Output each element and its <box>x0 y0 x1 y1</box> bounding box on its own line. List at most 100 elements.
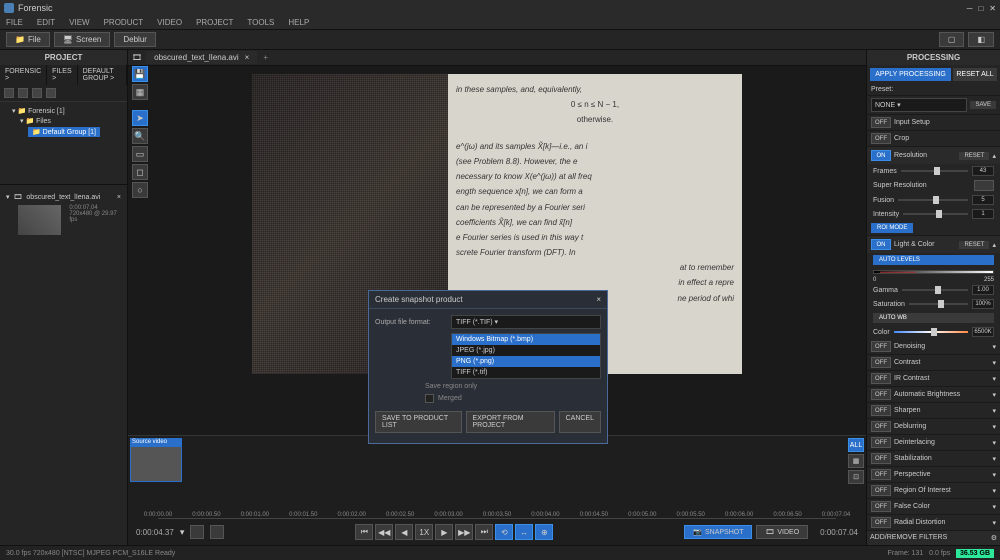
menu-edit[interactable]: EDIT <box>37 18 55 27</box>
vt-grid-icon[interactable]: ▦ <box>132 84 148 100</box>
transport-btn-0[interactable]: ⏮ <box>355 524 373 540</box>
fusion-value[interactable]: 5 <box>972 195 994 205</box>
tab-add[interactable]: + <box>257 51 274 64</box>
tree-files[interactable]: ▾ 📁 Files <box>4 116 123 126</box>
auto-levels-button[interactable]: AUTO LEVELS <box>873 255 994 265</box>
filter-toggle[interactable]: OFF <box>871 421 891 432</box>
minimize-button[interactable]: ─ <box>967 4 973 13</box>
menu-project[interactable]: PROJECT <box>196 18 233 27</box>
preset-dropdown[interactable]: NONE ▾ <box>871 98 967 112</box>
tl-icon-1[interactable]: ▦ <box>848 454 864 468</box>
deblur-button[interactable]: Deblur <box>114 32 156 47</box>
menu-view[interactable]: VIEW <box>69 18 89 27</box>
filter-toggle[interactable]: OFF <box>871 405 891 416</box>
transport-btn-4[interactable]: ▶ <box>435 524 453 540</box>
fusion-slider[interactable] <box>898 199 968 201</box>
add-remove-filters[interactable]: ADD/REMOVE FILTERS <box>870 534 947 542</box>
format-dropdown[interactable]: TIFF (*.TIF) ▾ <box>451 315 601 329</box>
saturation-value[interactable]: 100% <box>972 299 994 309</box>
clip-thumbnail[interactable] <box>18 205 61 235</box>
frames-value[interactable]: 43 <box>972 166 994 176</box>
filter-toggle[interactable]: OFF <box>871 453 891 464</box>
document-tab[interactable]: obscured_text_lIena.avi × <box>146 51 257 64</box>
clip-row[interactable]: ▾ 🎞 obscured_text_lIena.avi × <box>4 191 123 203</box>
intensity-slider[interactable] <box>903 213 968 215</box>
clip-close[interactable]: × <box>117 194 121 201</box>
transport-btn-6[interactable]: ⏭ <box>475 524 493 540</box>
tab-close[interactable]: × <box>245 53 250 62</box>
tab-forensic[interactable]: FORENSIC > <box>0 65 47 85</box>
filter-toggle[interactable]: OFF <box>871 389 891 400</box>
transport-btn-5[interactable]: ▶▶ <box>455 524 473 540</box>
tl-icon-2[interactable]: ⊡ <box>848 470 864 484</box>
export-button[interactable]: EXPORT FROM PROJECT <box>466 411 555 433</box>
tab-files[interactable]: FILES > <box>47 65 77 85</box>
sr-toggle[interactable] <box>974 180 994 191</box>
filter-toggle[interactable]: OFF <box>871 485 891 496</box>
tree-root[interactable]: ▾ 📁 Forensic [1] <box>4 106 123 116</box>
menu-product[interactable]: PRODUCT <box>104 18 144 27</box>
frames-slider[interactable] <box>901 170 968 172</box>
format-opt-tif[interactable]: TIFF (*.tif) <box>452 367 600 378</box>
tree-icon-1[interactable] <box>4 88 14 98</box>
reset-all-button[interactable]: RESET ALL <box>953 68 997 81</box>
resolution-toggle[interactable]: ON <box>871 150 891 161</box>
video-button[interactable]: 🎞 VIDEO <box>756 525 808 539</box>
save-product-button[interactable]: SAVE TO PRODUCT LIST <box>375 411 462 433</box>
tree-icon-2[interactable] <box>18 88 28 98</box>
intensity-value[interactable]: 1 <box>972 209 994 219</box>
cancel-button[interactable]: CANCEL <box>559 411 601 433</box>
saturation-slider[interactable] <box>909 303 968 305</box>
snapshot-button[interactable]: 📷 SNAPSHOT <box>684 525 752 539</box>
source-thumbnail[interactable] <box>130 446 182 482</box>
gamma-value[interactable]: 1.00 <box>972 285 994 295</box>
preset-save-button[interactable]: SAVE <box>970 101 996 109</box>
layout-button-2[interactable]: ◧ <box>968 32 994 47</box>
format-opt-jpg[interactable]: JPEG (*.jpg) <box>452 345 600 356</box>
apply-processing-button[interactable]: APPLY PROCESSING <box>870 68 951 81</box>
maximize-button[interactable]: □ <box>978 4 983 13</box>
gear-icon[interactable]: ⚙ <box>991 534 997 542</box>
tree-group[interactable]: 📁 Default Group [1] <box>4 126 123 138</box>
close-button[interactable]: ✕ <box>989 4 996 13</box>
format-opt-bmp[interactable]: Windows Bitmap (*.bmp) <box>452 334 600 345</box>
gamma-slider[interactable] <box>902 289 968 291</box>
filter-toggle[interactable]: OFF <box>871 341 891 352</box>
filter-toggle[interactable]: OFF <box>871 373 891 384</box>
tree-icon-3[interactable] <box>32 88 42 98</box>
histogram[interactable] <box>873 270 994 274</box>
menu-video[interactable]: VIDEO <box>157 18 182 27</box>
color-slider[interactable] <box>894 331 968 333</box>
format-opt-png[interactable]: PNG (*.png) <box>452 356 600 367</box>
color-value[interactable]: 6500K <box>972 327 994 337</box>
transport-btn-2[interactable]: ◀ <box>395 524 413 540</box>
resolution-reset[interactable]: RESET <box>959 152 989 160</box>
file-button[interactable]: 📁 File <box>6 32 50 47</box>
vt-circle-icon[interactable]: ○ <box>132 182 148 198</box>
vt-rect-icon[interactable]: ◻ <box>132 164 148 180</box>
light-toggle[interactable]: ON <box>871 239 891 250</box>
crop-toggle[interactable]: OFF <box>871 133 891 144</box>
vt-crop-icon[interactable]: ▭ <box>132 146 148 162</box>
menu-tools[interactable]: TOOLS <box>247 18 274 27</box>
menu-help[interactable]: HELP <box>288 18 309 27</box>
filter-toggle[interactable]: OFF <box>871 501 891 512</box>
auto-wb-button[interactable]: AUTO WB <box>873 313 994 323</box>
mute-button[interactable] <box>190 525 204 539</box>
filter-toggle[interactable]: OFF <box>871 437 891 448</box>
timeline-ruler[interactable]: 0:00:00.000:00:00.500:00:01.000:00:01.50… <box>158 491 836 519</box>
transport-btn-3[interactable]: 1X <box>415 524 433 540</box>
filter-toggle[interactable]: OFF <box>871 469 891 480</box>
transport-btn-7[interactable]: ⟲ <box>495 524 513 540</box>
merged-checkbox[interactable] <box>425 394 434 403</box>
transport-btn-9[interactable]: ⊕ <box>535 524 553 540</box>
audio-button[interactable] <box>210 525 224 539</box>
input-setup-toggle[interactable]: OFF <box>871 117 891 128</box>
screen-button[interactable]: 🖥 Screen <box>54 32 111 47</box>
layout-button-1[interactable]: ▢ <box>939 32 965 47</box>
light-reset[interactable]: RESET <box>959 241 989 249</box>
tab-default-group[interactable]: DEFAULT GROUP > <box>78 65 127 85</box>
roi-mode-button[interactable]: ROI MODE <box>871 223 913 233</box>
vt-zoom-icon[interactable]: 🔍 <box>132 128 148 144</box>
filter-toggle[interactable]: OFF <box>871 357 891 368</box>
